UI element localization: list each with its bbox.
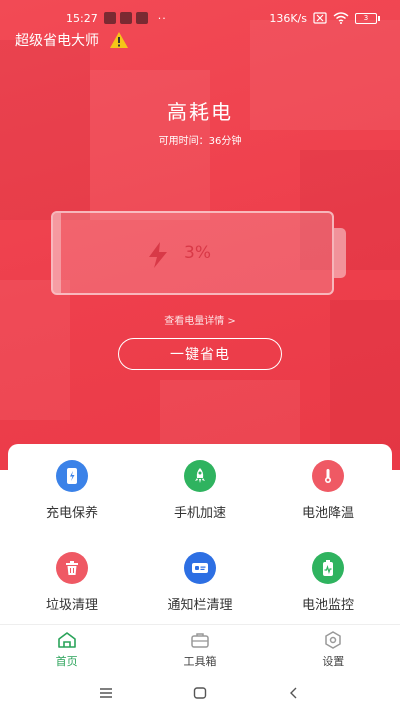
trash-icon [56,552,88,584]
tool-battery-cooling[interactable]: 电池降温 [264,460,392,540]
settings-icon [325,631,342,649]
tab-home[interactable]: 首页 [0,625,133,674]
notification-icon [103,12,116,24]
battery-percentage: 3% [184,243,211,263]
tab-settings[interactable]: 设置 [267,625,400,674]
tab-label: 工具箱 [183,655,217,668]
rocket-icon [184,460,216,492]
view-battery-details-link[interactable]: 查看电量详情 > [0,312,400,327]
more-notifications-indicator: ·· [157,11,167,25]
phone-charge-icon [56,460,88,492]
tool-junk-clean[interactable]: 垃圾清理 [8,552,136,632]
tool-label: 电池监控 [301,598,354,613]
system-nav-bar [0,674,400,711]
tool-label: 电池降温 [301,506,354,521]
tool-label: 垃圾清理 [45,598,98,613]
hero-header: 15:27 ·· 136K/s 3 超级省电大师 高耗电 可用时间：36分钟 3… [0,0,400,470]
tool-notification-clean[interactable]: 通知栏清理 [136,552,264,632]
status-time: 15:27 [66,11,98,25]
no-sim-icon [313,12,327,24]
battery-fill [53,213,62,293]
tool-label: 通知栏清理 [167,598,233,613]
menu-icon[interactable] [99,687,113,699]
status-battery-level: 3 [363,14,369,22]
tools-card: 充电保养 手机加速 电池降温 垃圾清理 通知栏清理 电池监控 [8,444,392,634]
toolbox-icon [191,633,209,648]
battery-status-icon: 3 [355,12,380,24]
app-title: 超级省电大师 [15,33,99,49]
back-icon[interactable] [287,687,301,699]
tool-phone-boost[interactable]: 手机加速 [136,460,264,540]
thermometer-icon [312,460,344,492]
app-title-row: 超级省电大师 [15,30,129,50]
tab-label: 首页 [55,655,78,668]
home-button-icon[interactable] [193,686,207,699]
tool-label: 充电保养 [45,506,98,521]
lightning-bolt-icon [149,242,167,268]
notification-icon [135,12,148,24]
power-status-headline: 高耗电 [167,100,233,124]
battery-monitor-icon [312,552,344,584]
battery-cap [334,228,346,278]
one-tap-save-button[interactable]: 一键省电 [118,338,282,370]
wifi-icon [333,12,349,24]
bottom-tab-bar: 首页 工具箱 设置 [0,624,400,674]
warning-icon[interactable] [109,31,129,49]
home-icon [57,632,76,648]
notification-card-icon [184,552,216,584]
tool-label: 手机加速 [173,506,226,521]
tab-toolbox[interactable]: 工具箱 [133,625,266,674]
tool-battery-monitor[interactable]: 电池监控 [264,552,392,632]
notification-icon [119,12,132,24]
tab-label: 设置 [322,655,345,668]
net-speed: 136K/s [269,11,307,25]
tool-charge-care[interactable]: 充电保养 [8,460,136,540]
available-time: 可用时间：36分钟 [158,136,242,147]
